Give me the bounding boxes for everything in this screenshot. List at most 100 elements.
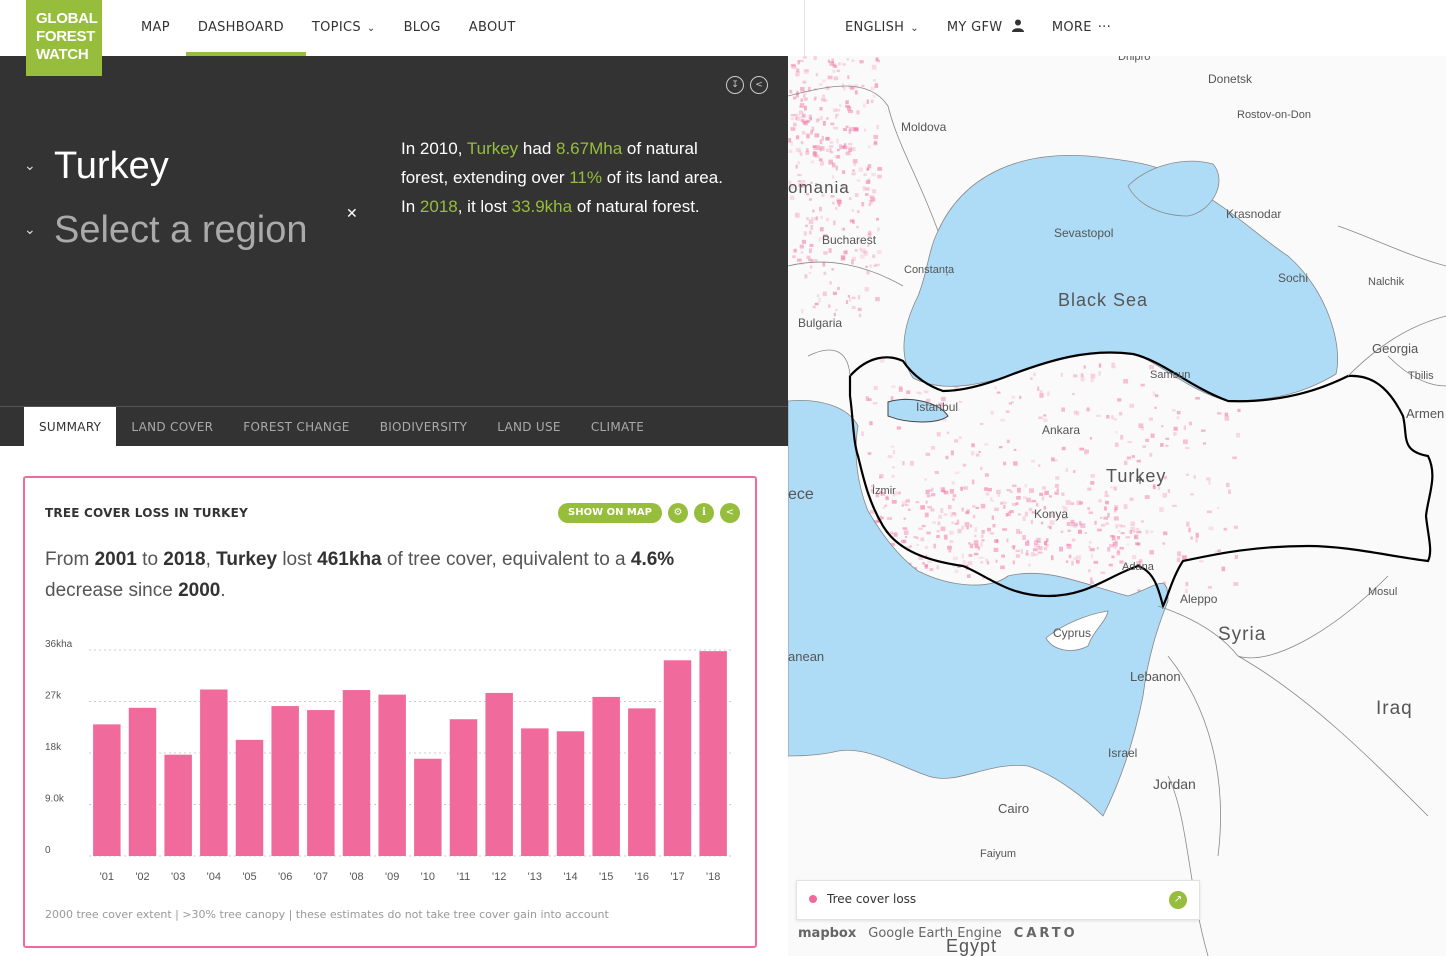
more-menu[interactable]: MORE ··· [1038,0,1125,56]
bar[interactable] [699,651,727,856]
loss-pixel [831,58,834,63]
loss-pixel [1033,540,1039,545]
loss-pixel [1145,529,1149,534]
loss-pixel [1136,459,1141,463]
loss-pixel [790,141,794,146]
nav-dashboard[interactable]: DASHBOARD [184,0,306,56]
map-place-label: Krasnodar [1226,207,1282,221]
show-on-map-button[interactable]: SHOW ON MAP [558,503,662,523]
mapbox-logo[interactable]: mapbox [798,926,856,941]
loss-pixel [1186,473,1189,476]
loss-pixel [1120,434,1124,440]
tab-forest-change[interactable]: FOREST CHANGE [228,407,364,447]
info-icon[interactable]: i [693,503,714,523]
loss-pixel [1173,432,1177,436]
bar[interactable] [271,706,299,856]
loss-pixel [1079,447,1085,451]
loss-pixel [952,556,958,561]
loss-pixel [1022,516,1026,522]
bar[interactable] [592,696,620,856]
loss-pixel [1051,555,1054,561]
bar[interactable] [307,710,335,856]
loss-pixel [822,291,827,297]
loss-pixel [848,148,852,153]
share-icon[interactable]: < [719,503,740,523]
bar[interactable] [521,728,549,856]
map-view[interactable]: Dnipro Donetsk Moldova Rostov-on-Don omania K… [788,56,1446,956]
my-gfw-link[interactable]: MY GFW [933,0,1038,56]
loss-pixel [836,69,841,73]
bar[interactable] [378,694,406,856]
download-icon[interactable]: ↧ [726,76,744,94]
bar[interactable] [128,707,157,856]
nav-about[interactable]: ABOUT [455,0,530,56]
bar[interactable] [556,731,585,856]
google-earth-engine-logo[interactable]: Google Earth Engine [868,926,1002,941]
bar[interactable] [93,724,121,856]
loss-pixel [964,522,970,527]
loss-pixel [1221,566,1226,572]
nav-topics[interactable]: TOPICS ⌄ [298,0,390,56]
loss-pixel [1098,363,1102,368]
loss-pixel [804,105,807,111]
loss-pixel [1183,425,1186,431]
tab-biodiversity[interactable]: BIODIVERSITY [365,407,483,447]
sentence-text: of tree cover, equivalent to a [381,549,631,570]
loss-pixel [1171,409,1176,412]
loss-pixel [1083,365,1086,369]
loss-pixel [823,271,827,275]
widget-title: TREE COVER LOSS IN TURKEY [45,506,248,520]
loss-pixel [1136,530,1142,534]
region-selector[interactable]: ⌄ Select a region [24,198,308,262]
tab-climate[interactable]: CLIMATE [576,407,659,447]
nav-map[interactable]: MAP [127,0,184,56]
carto-logo[interactable]: CARTO [1014,926,1078,941]
loss-pixel [1149,550,1154,555]
summary-extent: 8.67Mha [556,139,623,158]
tab-land-use[interactable]: LAND USE [482,407,576,447]
bar[interactable] [342,690,371,856]
loss-pixel [1088,545,1091,549]
share-icon[interactable]: < [750,76,768,94]
nav-blog[interactable]: BLOG [390,0,455,56]
bar[interactable] [164,754,192,856]
bar[interactable] [200,689,228,856]
loss-pixel [1114,442,1119,447]
tab-summary[interactable]: SUMMARY [24,407,117,447]
bar[interactable] [414,758,442,856]
bar[interactable] [485,692,513,856]
clear-location-icon[interactable]: ✕ [346,206,358,222]
map-canvas[interactable] [788,56,1446,956]
bar[interactable] [663,660,692,856]
tab-land-cover[interactable]: LAND COVER [116,407,228,447]
language-selector[interactable]: ENGLISH ⌄ [831,0,933,56]
loss-pixel [861,201,865,207]
loss-pixel [973,540,979,545]
loss-pixel [1177,551,1182,557]
loss-pixel [859,60,864,64]
settings-icon[interactable]: ⚙ [667,503,688,523]
loss-pixel [978,556,984,559]
country-selector[interactable]: ⌄ Turkey [24,134,308,198]
x-tick-label: '09 [385,871,399,883]
loss-pixel [1015,502,1019,505]
more-label: MORE [1051,20,1092,35]
gfw-logo[interactable]: GLOBAL FOREST WATCH [26,0,102,76]
loss-pixel [1088,569,1091,573]
loss-pixel [853,127,859,131]
legend-toggle-icon[interactable]: ↗ [1169,891,1187,909]
loss-pixel [1073,470,1076,473]
loss-pixel [872,189,876,194]
loss-pixel [871,64,877,70]
bar[interactable] [235,739,264,856]
logo-line-2: FOREST [36,28,96,45]
bar[interactable] [628,708,656,856]
bar[interactable] [449,719,478,856]
loss-pixel [1020,548,1024,554]
loss-pixel [1039,393,1044,398]
loss-pixel [975,506,979,510]
loss-pixel [854,90,858,95]
loss-pixel [1100,516,1103,520]
loss-pixel [1073,557,1078,561]
loss-pixel [1048,495,1052,498]
